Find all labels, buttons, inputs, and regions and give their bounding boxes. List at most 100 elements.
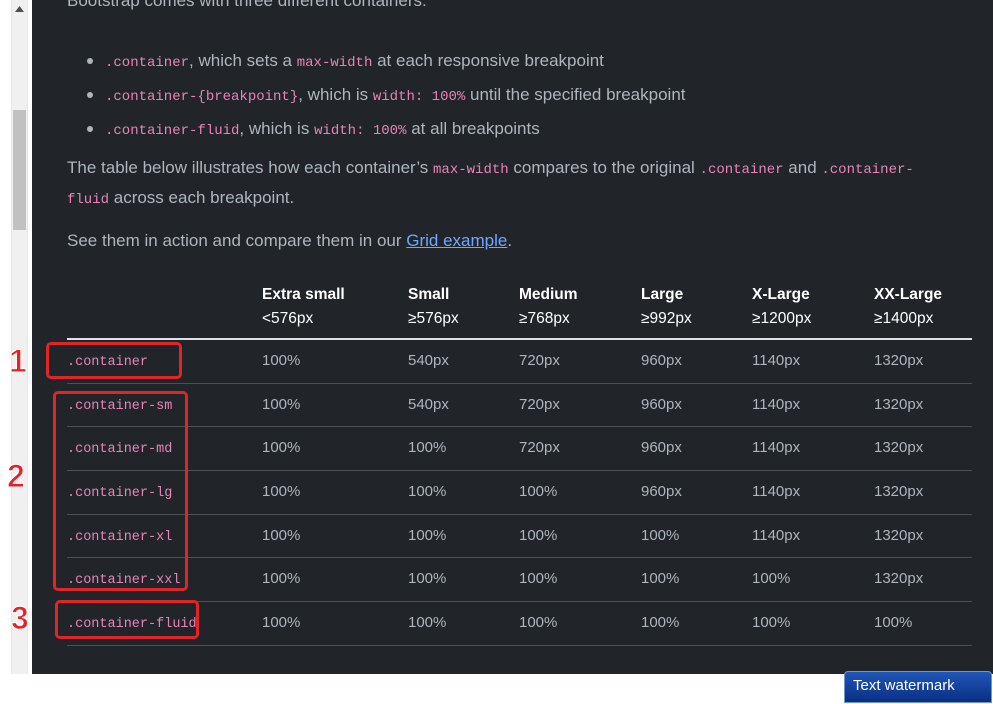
vertical-scrollbar[interactable] — [11, 0, 28, 674]
code-snippet: width: 100% — [314, 123, 407, 139]
annotation-number: 2 — [7, 458, 26, 495]
table-cell: 100% — [641, 526, 680, 544]
table-cell: 540px — [408, 395, 449, 413]
table-cell: 1140px — [752, 439, 801, 457]
table-cell: 1140px — [752, 352, 801, 369]
table-cell: 100% — [752, 614, 791, 632]
table-row: .container-xl 100% 100% 100% 100% 1140px 1320p… — [67, 515, 972, 559]
table-row: .container-lg 100% 100% 100% 960px 1140px 1320… — [67, 471, 972, 515]
paragraph-text: compares to the original — [508, 158, 700, 177]
table-cell: 100% — [519, 526, 558, 544]
annotation-box-breakpoint-containers — [53, 391, 188, 591]
table-cell: 100% — [874, 614, 913, 632]
text-watermark: Text watermark — [844, 671, 992, 703]
code-snippet: max-width — [433, 162, 509, 178]
code-snippet: .container — [105, 55, 190, 71]
table-row: .container-sm 100% 540px 720px 960px 1140px 13… — [67, 384, 972, 428]
code-snippet: .container — [699, 162, 784, 178]
table-header-row: Extra small <576px Small ≥576px Medium ≥768… — [67, 278, 972, 340]
container-types-list: .container, which sets a max-width at ea… — [67, 45, 686, 147]
code-snippet: .container-fluid — [105, 123, 240, 139]
table-cell: 1320px — [874, 395, 924, 413]
column-header-breakpoint: ≥1400px — [874, 310, 934, 327]
column-header: X-Large ≥1200px — [752, 283, 811, 331]
table-cell: 100% — [408, 614, 447, 632]
column-header: XX-Large ≥1400px — [874, 283, 942, 331]
table-cell: 100% — [641, 614, 680, 632]
table-cell: 1140px — [752, 483, 801, 501]
column-header-breakpoint: <576px — [262, 310, 314, 327]
paragraph-text: . — [507, 231, 513, 250]
column-header-breakpoint: ≥768px — [519, 310, 570, 327]
table-row: .container 100% 540px 720px 960px 1140px 1320p… — [67, 340, 972, 384]
code-snippet: width: 100% — [372, 89, 466, 105]
table-cell: 1140px — [752, 395, 801, 413]
annotation-box-container — [46, 342, 182, 379]
table-cell: 960px — [641, 439, 682, 457]
code-snippet: fluid — [67, 192, 110, 208]
table-cell: 960px — [641, 395, 682, 413]
table-body: .container 100% 540px 720px 960px 1140px 1320p… — [67, 340, 972, 646]
table-cell: 100% — [408, 570, 447, 588]
intro-text: Bootstrap comes with three different con… — [67, 0, 427, 10]
annotation-number: 1 — [9, 343, 28, 380]
paragraph-text: The table below illustrates how each con… — [67, 158, 434, 177]
column-header-name: Extra small — [262, 286, 345, 303]
container-breakpoint-table: Extra small <576px Small ≥576px Medium ≥768… — [67, 278, 972, 646]
list-item-text: , which is — [239, 119, 315, 138]
list-item-text: , which is — [298, 85, 373, 104]
list-item: .container-{breakpoint}, which is width:… — [87, 79, 686, 113]
table-cell: 100% — [262, 395, 301, 413]
table-cell: 1320px — [874, 439, 924, 457]
paragraph-text: across each breakpoint. — [109, 188, 295, 207]
column-header-breakpoint: ≥576px — [408, 310, 459, 327]
table-cell: 100% — [408, 483, 447, 501]
table-cell: 100% — [262, 614, 301, 632]
table-cell: 720px — [519, 439, 560, 457]
list-item-text: until the specified breakpoint — [465, 85, 686, 104]
comparison-paragraph: The table below illustrates how each con… — [67, 154, 967, 214]
table-cell: 100% — [262, 439, 301, 457]
column-header-breakpoint: ≥1200px — [752, 310, 812, 327]
table-cell: 1140px — [752, 526, 801, 544]
column-header: Medium ≥768px — [519, 283, 578, 331]
code-snippet: max-width — [296, 55, 373, 71]
grid-example-paragraph: See them in action and compare them in o… — [67, 227, 512, 254]
column-header-name: Large — [641, 286, 684, 303]
table-cell: 100% — [262, 526, 301, 544]
table-row: .container-md 100% 100% 720px 960px 1140px 132… — [67, 427, 972, 472]
table-cell: 100% — [519, 614, 558, 632]
column-header: Extra small <576px — [262, 283, 345, 331]
table-cell: 100% — [408, 526, 447, 544]
column-header-name: XX-Large — [874, 286, 943, 303]
column-header-name: X-Large — [752, 286, 810, 303]
code-snippet: .container- — [821, 162, 914, 178]
annotation-box-container-fluid — [55, 600, 199, 639]
table-cell: 1320px — [874, 483, 924, 501]
table-cell: 100% — [519, 570, 558, 588]
paragraph-text: See them in action and compare them in o… — [67, 231, 407, 250]
list-item-text: , which sets a — [189, 51, 297, 70]
column-header-name: Medium — [519, 286, 578, 303]
table-cell: 720px — [519, 352, 560, 369]
scroll-up-arrow-icon[interactable] — [12, 6, 27, 22]
table-cell: 1320px — [874, 570, 924, 588]
list-item: .container-fluid, which is width: 100% a… — [87, 113, 686, 147]
column-header: Large ≥992px — [641, 283, 692, 331]
scrollbar-thumb[interactable] — [13, 110, 26, 230]
table-cell: 960px — [641, 483, 682, 501]
list-item: .container, which sets a max-width at ea… — [87, 45, 686, 79]
table-cell: 100% — [262, 483, 301, 501]
table-cell: 100% — [641, 570, 680, 588]
table-cell: 1320px — [874, 526, 924, 544]
table-cell: 100% — [752, 570, 791, 588]
column-header: Small ≥576px — [408, 283, 459, 331]
list-item-text: at each responsive breakpoint — [372, 51, 604, 70]
annotation-number: 3 — [11, 600, 30, 637]
table-row: .container-xxl 100% 100% 100% 100% 100% 1320px — [67, 558, 972, 603]
column-header-name: Small — [408, 286, 450, 303]
paragraph-text: and — [783, 158, 822, 177]
table-cell: 100% — [262, 570, 301, 588]
grid-example-link[interactable]: Grid example — [406, 231, 507, 250]
list-item-text: at all breakpoints — [406, 119, 540, 138]
